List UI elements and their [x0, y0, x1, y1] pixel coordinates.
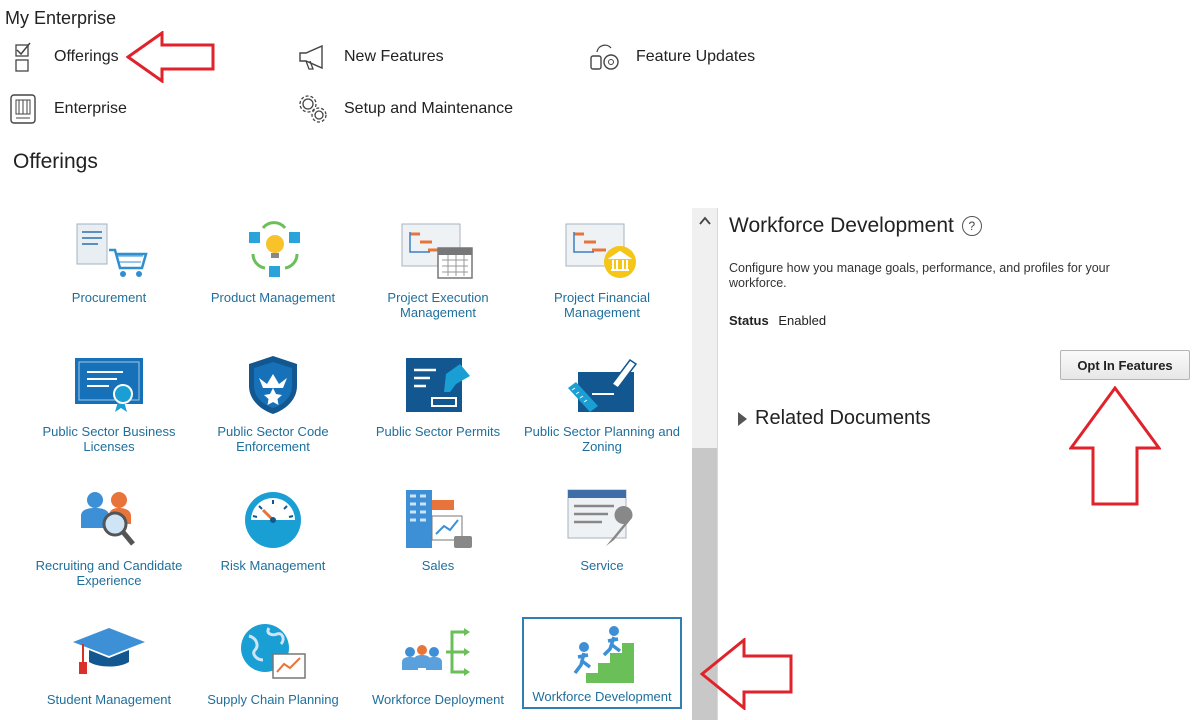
expand-triangle-icon: [738, 411, 747, 426]
certificate-icon: [75, 358, 143, 412]
nav-new-features[interactable]: New Features: [296, 40, 444, 74]
tile-project-execution[interactable]: Project Execution Management: [358, 220, 518, 320]
tile-label: Supply Chain Planning: [207, 692, 339, 707]
tile-recruiting[interactable]: Recruiting and Candidate Experience: [29, 488, 189, 588]
gears-icon: [296, 92, 330, 126]
tile-label: Risk Management: [220, 558, 326, 573]
related-documents-label: Related Documents: [755, 407, 931, 429]
nav-feature-updates[interactable]: Feature Updates: [588, 40, 755, 74]
status-row: Status Enabled: [729, 313, 826, 328]
tile-label: Student Management: [46, 692, 172, 707]
nav-feature-updates-label: Feature Updates: [636, 48, 756, 65]
page-heading: My Enterprise: [5, 8, 117, 28]
opt-in-features-button[interactable]: Opt In Features: [1060, 350, 1190, 380]
megaphone-icon: [296, 40, 330, 74]
tile-permits[interactable]: Public Sector Permits: [358, 354, 518, 452]
recruiting-icon: [81, 492, 135, 546]
tile-planning-zoning[interactable]: Public Sector Planning and Zoning: [522, 354, 682, 454]
workforce-deployment-icon: [402, 628, 470, 676]
tile-label: Public Sector Permits: [375, 424, 501, 439]
gauge-icon: [245, 492, 301, 548]
building-icon: [6, 92, 40, 126]
detail-title: Workforce Development: [729, 214, 954, 237]
annotation-arrow-up-icon: [1069, 386, 1161, 506]
tile-label: Workforce Development: [532, 689, 672, 704]
tile-label: Recruiting and Candidate Experience: [35, 558, 183, 588]
related-documents-toggle[interactable]: Related Documents: [738, 407, 931, 430]
detail-description: Configure how you manage goals, performa…: [729, 261, 1110, 290]
checklist-icon: [6, 40, 40, 74]
tile-label: Project Financial Management: [553, 290, 651, 320]
status-value: Enabled: [778, 313, 827, 328]
annotation-arrow-left-icon: [126, 31, 215, 83]
graduation-cap-icon: [73, 628, 145, 674]
tile-risk-management[interactable]: Risk Management: [193, 488, 353, 586]
permit-stamp-icon: [406, 358, 470, 412]
help-icon[interactable]: ?: [961, 216, 982, 236]
tile-business-licenses[interactable]: Public Sector Business Licenses: [29, 354, 189, 454]
project-execution-icon: [401, 223, 473, 279]
tile-label: Product Management: [210, 290, 336, 305]
tile-label: Project Execution Management: [387, 290, 489, 320]
tile-label: Public Sector Code Enforcement: [217, 424, 329, 454]
product-management-icon: [249, 221, 300, 277]
sales-icon: [406, 490, 472, 548]
tile-workforce-deployment[interactable]: Workforce Deployment: [358, 622, 518, 720]
tile-product-management[interactable]: Product Management: [193, 220, 353, 318]
tile-label: Sales: [421, 558, 455, 573]
planning-ruler-icon: [568, 358, 638, 412]
tile-label: Procurement: [71, 290, 147, 305]
tile-label: Workforce Deployment: [372, 692, 504, 707]
badge-icon: [249, 356, 297, 414]
tile-service[interactable]: Service: [522, 488, 682, 586]
tile-label: Service: [580, 558, 624, 573]
nav-setup-maintenance-label: Setup and Maintenance: [344, 100, 514, 117]
nav-enterprise-label: Enterprise: [54, 100, 127, 117]
procurement-icon: [76, 223, 148, 277]
nav-new-features-label: New Features: [344, 48, 444, 65]
annotation-arrow-tile-icon: [700, 638, 793, 710]
nav-offerings[interactable]: Offerings: [6, 40, 119, 74]
nav-enterprise[interactable]: Enterprise: [6, 92, 127, 126]
nav-setup-maintenance[interactable]: Setup and Maintenance: [296, 92, 513, 126]
nav-offerings-label: Offerings: [54, 48, 119, 65]
tile-procurement[interactable]: Procurement: [29, 220, 189, 318]
tile-supply-chain-planning[interactable]: Supply Chain Planning: [193, 622, 353, 720]
status-label: Status: [729, 313, 769, 328]
scroll-up-icon[interactable]: [692, 208, 717, 234]
tile-sales[interactable]: Sales: [358, 488, 518, 586]
globe-chart-icon: [241, 624, 306, 679]
stairs-climb-icon: [573, 626, 634, 683]
project-financial-icon: [565, 223, 636, 278]
tile-label: Public Sector Business Licenses: [42, 424, 176, 454]
tile-label: Public Sector Planning and Zoning: [523, 424, 681, 454]
feature-updates-icon: [588, 40, 622, 74]
detail-title-row: Workforce Development ?: [729, 214, 982, 238]
tile-code-enforcement[interactable]: Public Sector Code Enforcement: [193, 354, 353, 454]
offerings-title: Offerings: [13, 150, 98, 173]
tile-student-management[interactable]: Student Management: [29, 622, 189, 720]
tile-project-financial[interactable]: Project Financial Management: [522, 220, 682, 320]
tile-workforce-development[interactable]: Workforce Development: [522, 617, 682, 709]
service-icon: [567, 489, 633, 546]
